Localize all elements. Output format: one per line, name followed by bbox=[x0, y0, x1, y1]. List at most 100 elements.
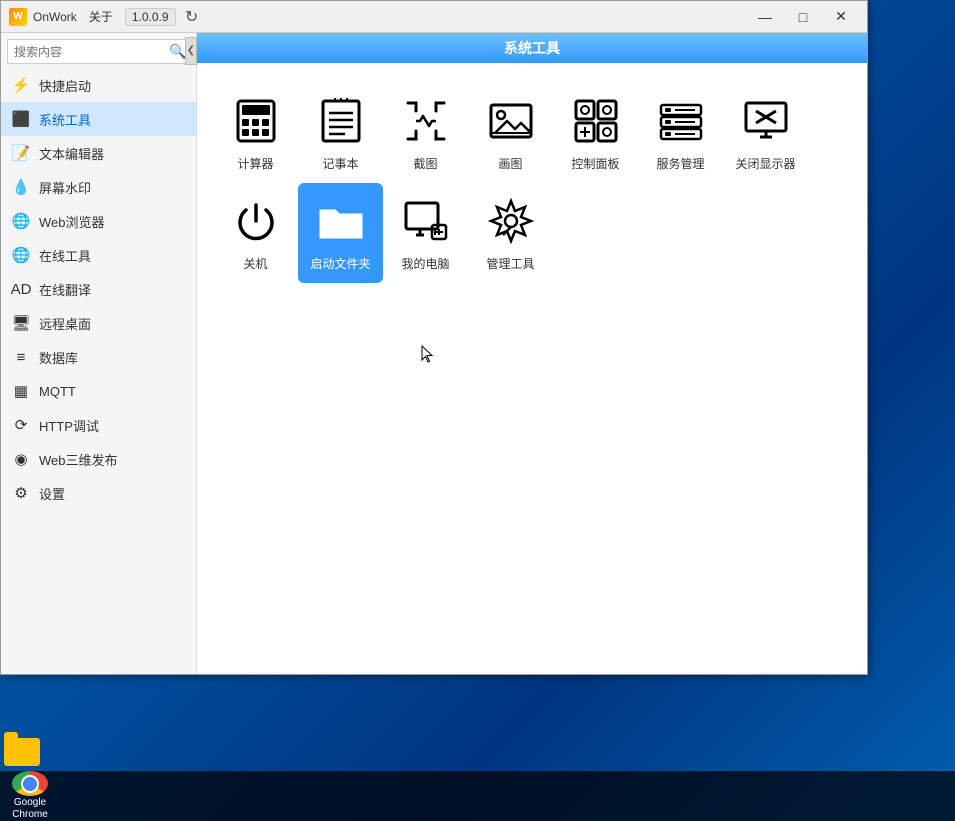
sidebar-item-web3d[interactable]: ◉ Web三维发布 bbox=[1, 442, 196, 476]
remote-desktop-icon: 🖥 bbox=[11, 313, 31, 333]
system-tools-label: 系统工具 bbox=[39, 110, 91, 129]
database-icon: ≡ bbox=[11, 347, 31, 367]
quick-launch-icon: ⚡ bbox=[11, 75, 31, 95]
tool-shutdown[interactable]: 关机 bbox=[213, 183, 298, 283]
screenshot-icon bbox=[400, 95, 452, 147]
close-display-label: 关闭显示器 bbox=[735, 155, 795, 172]
text-editor-icon: 📝 bbox=[11, 143, 31, 163]
online-tools-label: 在线工具 bbox=[39, 246, 91, 265]
image-viewer-icon bbox=[485, 95, 537, 147]
close-button[interactable]: ✕ bbox=[823, 5, 859, 29]
http-debug-icon: ⟳ bbox=[11, 415, 31, 435]
startup-folder-icon bbox=[315, 195, 367, 247]
screenshot-label: 截图 bbox=[413, 155, 437, 172]
search-input[interactable] bbox=[14, 45, 169, 59]
chrome-icon bbox=[12, 771, 48, 796]
watermark-label: 屏幕水印 bbox=[39, 178, 91, 197]
online-tools-icon: 🌐 bbox=[11, 245, 31, 265]
calculator-label: 计算器 bbox=[237, 155, 273, 172]
online-translate-icon: AD bbox=[11, 279, 31, 299]
title-bar: W OnWork 关于 1.0.0.9 ↻ — □ ✕ bbox=[1, 1, 867, 33]
shutdown-label: 关机 bbox=[243, 255, 267, 272]
http-debug-label: HTTP调试 bbox=[39, 416, 99, 435]
main-layout: 🔍 ❮ ⚡ 快捷启动 ⬛ 系统工具 📝 文本编辑器 💧 屏幕水印 🌐 Web浏览器 🌐 在线工具 AD 在… bbox=[1, 33, 867, 674]
startup-folder-label: 启动文件夹 bbox=[310, 255, 370, 272]
minimize-button[interactable]: — bbox=[747, 5, 783, 29]
sidebar-item-online-translate[interactable]: AD 在线翻译 bbox=[1, 272, 196, 306]
web3d-label: Web三维发布 bbox=[39, 450, 118, 469]
content-title: 系统工具 bbox=[197, 33, 867, 63]
sidebar-item-database[interactable]: ≡ 数据库 bbox=[1, 340, 196, 374]
sidebar-item-watermark[interactable]: 💧 屏幕水印 bbox=[1, 170, 196, 204]
desktop-folder[interactable] bbox=[4, 738, 40, 766]
taskbar: GoogleChrome bbox=[0, 771, 955, 821]
close-display-icon bbox=[740, 95, 792, 147]
tool-service-manager[interactable]: 服务管理 bbox=[638, 83, 723, 183]
sidebar-item-remote-desktop[interactable]: 🖥 远程桌面 bbox=[1, 306, 196, 340]
app-icon: W bbox=[9, 8, 27, 26]
tool-startup-folder[interactable]: 启动文件夹 bbox=[298, 183, 383, 283]
online-translate-label: 在线翻译 bbox=[39, 280, 91, 299]
tools-grid: 计算器 记事本 截图 画图 控制面板 bbox=[197, 63, 867, 303]
service-manager-label: 服务管理 bbox=[656, 155, 704, 172]
update-icon[interactable]: ↻ bbox=[182, 7, 202, 27]
shutdown-icon bbox=[230, 195, 282, 247]
sidebar-item-http-debug[interactable]: ⟳ HTTP调试 bbox=[1, 408, 196, 442]
management-tools-label: 管理工具 bbox=[486, 255, 534, 272]
sidebar-item-text-editor[interactable]: 📝 文本编辑器 bbox=[1, 136, 196, 170]
collapse-button[interactable]: ❮ bbox=[185, 37, 197, 65]
my-computer-label: 我的电脑 bbox=[401, 255, 449, 272]
database-label: 数据库 bbox=[39, 348, 78, 367]
remote-desktop-label: 远程桌面 bbox=[39, 314, 91, 333]
tool-image-viewer[interactable]: 画图 bbox=[468, 83, 553, 183]
tool-control-panel[interactable]: 控制面板 bbox=[553, 83, 638, 183]
window-controls: — □ ✕ bbox=[747, 5, 859, 29]
content-area: 系统工具 计算器 记事本 截图 画图 bbox=[197, 33, 867, 674]
sidebar-item-mqtt[interactable]: ▦ MQTT bbox=[1, 374, 196, 408]
web-browser-icon: 🌐 bbox=[11, 211, 31, 231]
app-name: OnWork bbox=[33, 10, 77, 24]
service-manager-icon bbox=[655, 95, 707, 147]
calculator-icon bbox=[230, 95, 282, 147]
tool-close-display[interactable]: 关闭显示器 bbox=[723, 83, 808, 183]
notepad-icon bbox=[315, 95, 367, 147]
sidebar: 🔍 ❮ ⚡ 快捷启动 ⬛ 系统工具 📝 文本编辑器 💧 屏幕水印 🌐 Web浏览器 🌐 在线工具 AD 在… bbox=[1, 33, 197, 674]
sidebar-item-online-tools[interactable]: 🌐 在线工具 bbox=[1, 238, 196, 272]
quick-launch-label: 快捷启动 bbox=[39, 76, 91, 95]
maximize-button[interactable]: □ bbox=[785, 5, 821, 29]
search-wrap: 🔍 ❮ bbox=[1, 33, 196, 68]
image-viewer-label: 画图 bbox=[498, 155, 522, 172]
tool-management-tools[interactable]: 管理工具 bbox=[468, 183, 553, 283]
sidebar-item-settings[interactable]: ⚙ 设置 bbox=[1, 476, 196, 510]
mqtt-label: MQTT bbox=[39, 384, 76, 399]
my-computer-icon bbox=[400, 195, 452, 247]
tool-screenshot[interactable]: 截图 bbox=[383, 83, 468, 183]
version-badge: 1.0.0.9 bbox=[125, 8, 176, 26]
sidebar-item-system-tools[interactable]: ⬛ 系统工具 bbox=[1, 102, 196, 136]
watermark-icon: 💧 bbox=[11, 177, 31, 197]
settings-icon: ⚙ bbox=[11, 483, 31, 503]
tool-notepad[interactable]: 记事本 bbox=[298, 83, 383, 183]
notepad-label: 记事本 bbox=[322, 155, 358, 172]
management-tools-icon bbox=[485, 195, 537, 247]
web-browser-label: Web浏览器 bbox=[39, 212, 105, 231]
chrome-label: GoogleChrome bbox=[12, 797, 48, 821]
sidebar-item-web-browser[interactable]: 🌐 Web浏览器 bbox=[1, 204, 196, 238]
text-editor-label: 文本编辑器 bbox=[39, 144, 104, 163]
chrome-taskbar-icon[interactable]: GoogleChrome bbox=[4, 771, 56, 821]
search-icon: 🔍 bbox=[169, 43, 186, 60]
tool-calculator[interactable]: 计算器 bbox=[213, 83, 298, 183]
app-window: W OnWork 关于 1.0.0.9 ↻ — □ ✕ 🔍 ❮ ⚡ 快捷启动 ⬛ 系统… bbox=[0, 0, 868, 675]
web3d-icon: ◉ bbox=[11, 449, 31, 469]
mqtt-icon: ▦ bbox=[11, 381, 31, 401]
tool-my-computer[interactable]: 我的电脑 bbox=[383, 183, 468, 283]
folder-icon bbox=[4, 738, 40, 766]
nav-items: ⚡ 快捷启动 ⬛ 系统工具 📝 文本编辑器 💧 屏幕水印 🌐 Web浏览器 🌐 在线工具 AD 在线翻译 🖥… bbox=[1, 68, 196, 510]
about-menu[interactable]: 关于 bbox=[89, 8, 113, 25]
settings-label: 设置 bbox=[39, 484, 65, 503]
control-panel-label: 控制面板 bbox=[571, 155, 619, 172]
control-panel-icon bbox=[570, 95, 622, 147]
search-bar: 🔍 bbox=[7, 39, 190, 64]
system-tools-icon: ⬛ bbox=[11, 109, 31, 129]
sidebar-item-quick-launch[interactable]: ⚡ 快捷启动 bbox=[1, 68, 196, 102]
